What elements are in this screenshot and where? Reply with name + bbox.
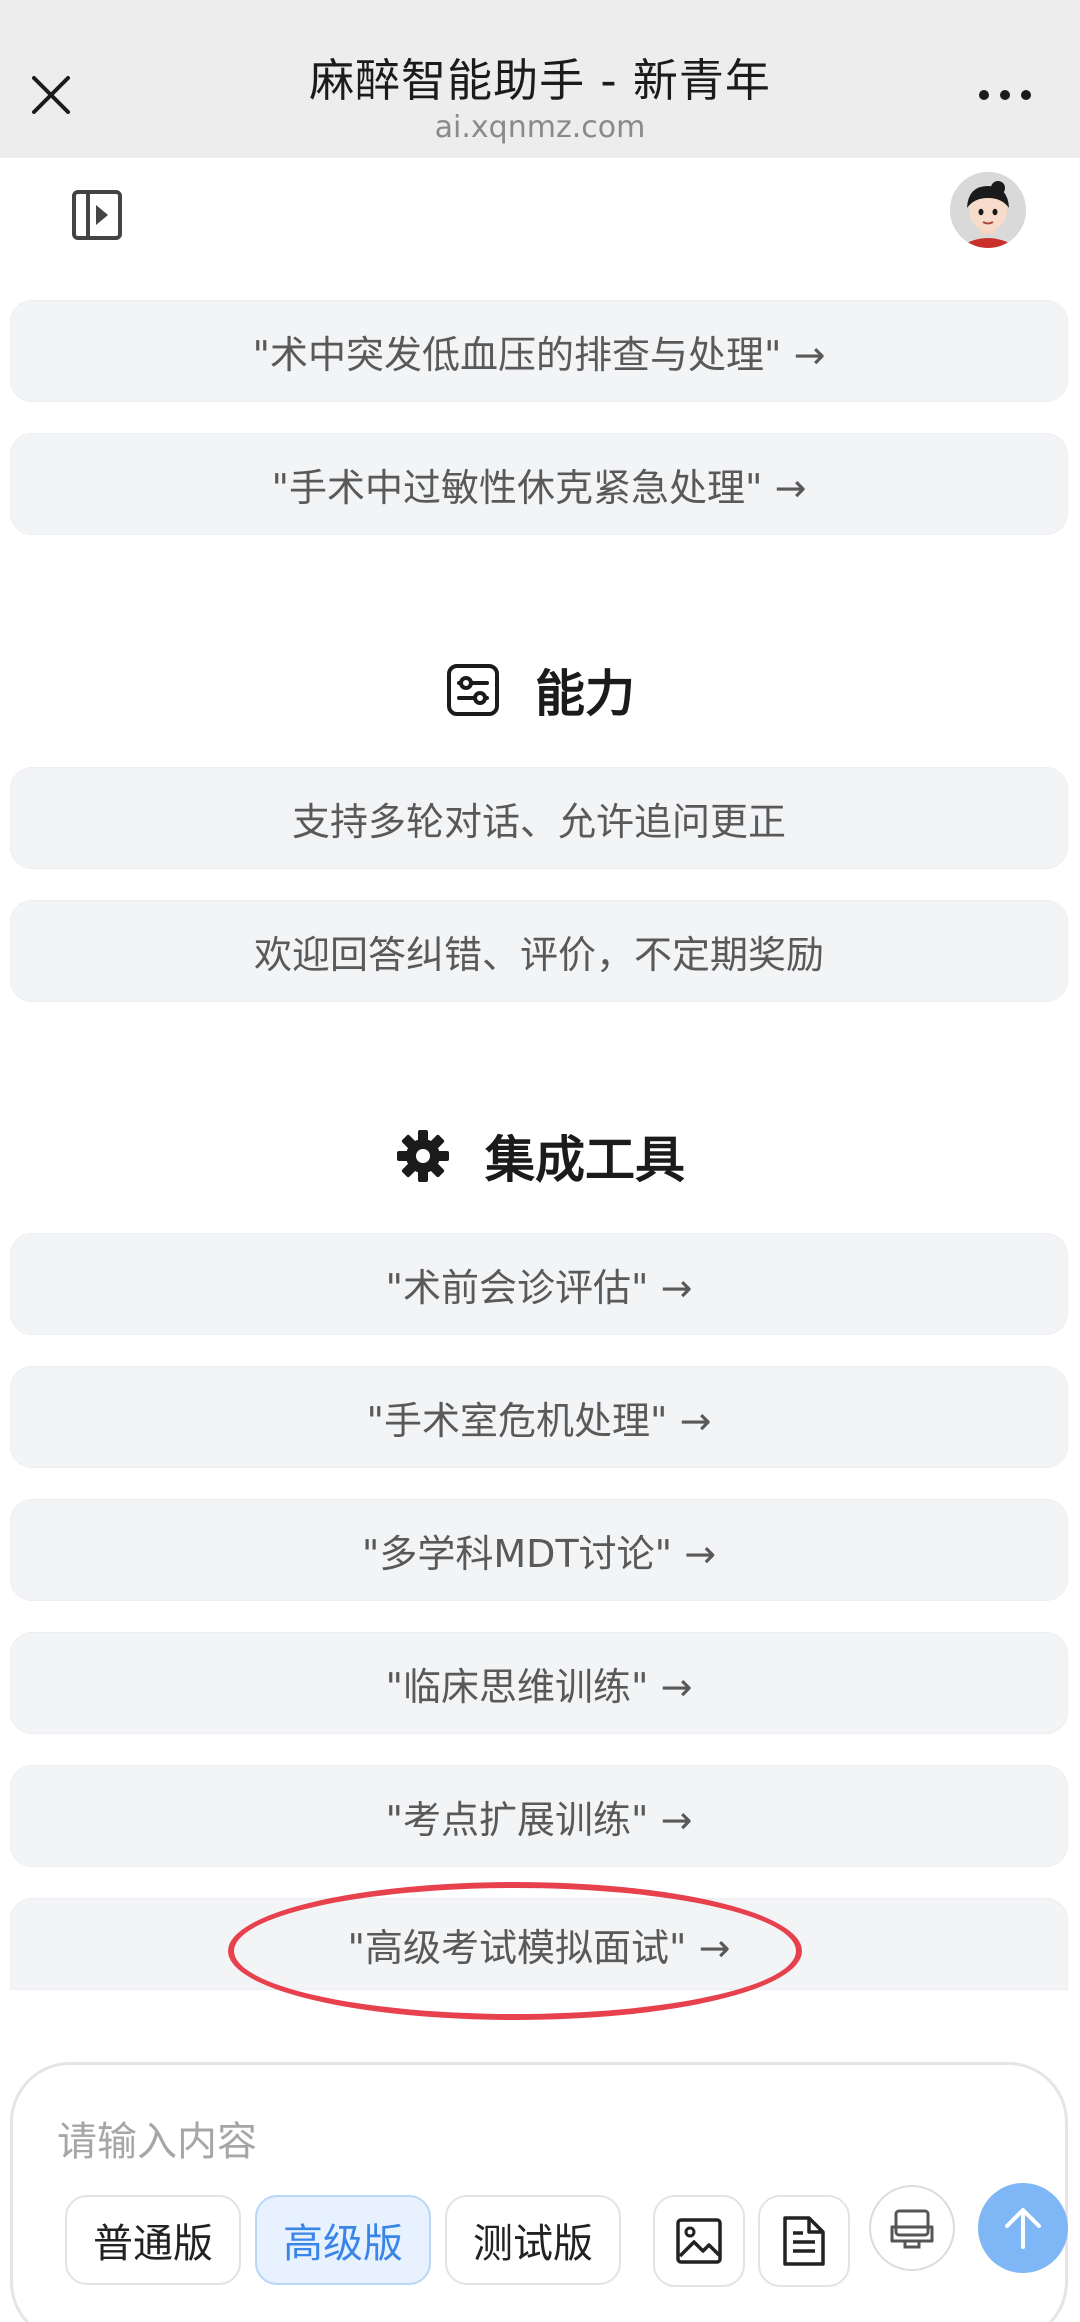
- tool-card-or-crisis[interactable]: "手术室危机处理" →: [10, 1366, 1068, 1468]
- chat-input[interactable]: 请输入内容: [57, 2109, 257, 2167]
- example-prompt-card[interactable]: "术中突发低血压的排查与处理" →: [10, 300, 1068, 402]
- upload-file-button[interactable]: [758, 2195, 850, 2287]
- tool-text: "多学科MDT讨论" →: [361, 1531, 717, 1576]
- capability-text: 支持多轮对话、允许追问更正: [291, 799, 786, 844]
- arrow-up-icon: [1005, 2208, 1041, 2249]
- page-title: 麻醉智能助手 - 新青年: [309, 54, 771, 107]
- capability-card: 支持多轮对话、允许追问更正: [10, 767, 1068, 869]
- mode-normal-button[interactable]: 普通版: [65, 2195, 241, 2285]
- capability-text: 欢迎回答纠错、评价，不定期奖励: [253, 932, 824, 977]
- tool-text: "高级考试模拟面试" →: [347, 1925, 731, 1970]
- upload-image-button[interactable]: [653, 2195, 745, 2287]
- browser-top-bar: 麻醉智能助手 - 新青年 ai.xqnmz.com: [0, 0, 1080, 158]
- sidebar-toggle-icon[interactable]: [70, 188, 124, 242]
- tool-card-mdt[interactable]: "多学科MDT讨论" →: [10, 1499, 1068, 1601]
- capabilities-title: 能力: [535, 665, 635, 723]
- tools-title: 集成工具: [485, 1131, 685, 1189]
- sliders-icon: [447, 664, 499, 716]
- avatar[interactable]: [950, 172, 1026, 248]
- tool-card-clinical-thinking[interactable]: "临床思维训练" →: [10, 1632, 1068, 1734]
- mode-label: 高级版: [283, 2221, 403, 2267]
- tools-heading: 集成工具: [0, 1116, 1080, 1196]
- document-icon: [783, 2216, 825, 2266]
- voice-icon: [890, 2209, 934, 2249]
- chat-input-panel: 请输入内容 普通版 高级版 测试版: [10, 2062, 1068, 2322]
- tool-text: "考点扩展训练" →: [385, 1797, 693, 1842]
- tool-text: "临床思维训练" →: [385, 1664, 693, 1709]
- page-url: ai.xqnmz.com: [434, 110, 646, 145]
- mode-label: 普通版: [93, 2221, 213, 2267]
- voice-input-button[interactable]: [869, 2185, 955, 2271]
- page: 麻醉智能助手 - 新青年 ai.xqnmz.com "术中突发低血压的排查与处理…: [0, 0, 1080, 2322]
- tool-card-mock-interview[interactable]: "高级考试模拟面试" →: [10, 1898, 1068, 1990]
- image-icon: [676, 2218, 722, 2264]
- tool-card-preop-consult[interactable]: "术前会诊评估" →: [10, 1233, 1068, 1335]
- capability-card: 欢迎回答纠错、评价，不定期奖励: [10, 900, 1068, 1002]
- send-button[interactable]: [978, 2183, 1068, 2273]
- mode-label: 测试版: [473, 2221, 593, 2267]
- tool-text: "手术室危机处理" →: [366, 1398, 712, 1443]
- example-prompt-card[interactable]: "手术中过敏性休克紧急处理" →: [10, 433, 1068, 535]
- tool-text: "术前会诊评估" →: [385, 1265, 693, 1310]
- example-prompt-text: "术中突发低血压的排查与处理" →: [252, 332, 826, 377]
- mode-advanced-button[interactable]: 高级版: [255, 2195, 431, 2285]
- more-icon[interactable]: [975, 80, 1035, 110]
- capabilities-heading: 能力: [0, 650, 1080, 730]
- tool-card-exam-points[interactable]: "考点扩展训练" →: [10, 1765, 1068, 1867]
- gear-icon: [397, 1130, 449, 1182]
- mode-test-button[interactable]: 测试版: [445, 2195, 621, 2285]
- example-prompt-text: "手术中过敏性休克紧急处理" →: [271, 465, 807, 510]
